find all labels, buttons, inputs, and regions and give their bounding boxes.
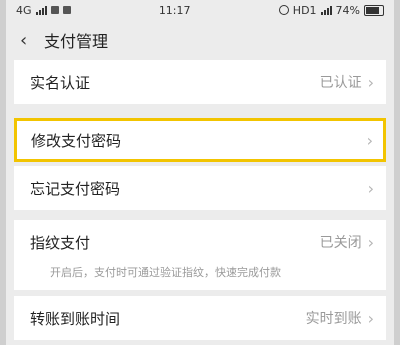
notification-icon xyxy=(50,6,59,14)
chevron-right-icon: › xyxy=(367,232,374,252)
change-password-row[interactable]: 修改支付密码 › xyxy=(14,118,386,162)
forgot-password-label: 忘记支付密码 xyxy=(30,179,121,198)
signal-icon xyxy=(35,5,47,15)
fingerprint-hint: 开启后，支付时可通过验证指纹，快速完成付款 xyxy=(50,266,281,279)
hd-label: HD1 xyxy=(292,3,317,17)
signal-strength-icon xyxy=(320,5,332,15)
fingerprint-row[interactable]: 指纹支付 已关闭 › xyxy=(14,220,386,264)
chevron-right-icon: › xyxy=(367,72,374,92)
transfer-card: 转账到账时间 实时到账 › xyxy=(14,296,386,340)
clock: 11:17 xyxy=(158,3,191,17)
transfer-row[interactable]: 转账到账时间 实时到账 › xyxy=(14,296,386,340)
realname-label: 实名认证 xyxy=(30,73,91,92)
chevron-right-icon: › xyxy=(367,178,374,198)
chevron-right-icon: › xyxy=(366,130,373,150)
forgot-password-card: 忘记支付密码 › xyxy=(14,166,386,210)
realname-value: 已认证 xyxy=(319,75,362,91)
transfer-label: 转账到账时间 xyxy=(30,309,121,328)
fingerprint-value: 已关闭 xyxy=(319,235,362,251)
phone-screen: 4G 11:17 HD1 74% ‹ 支付管理 实名认证 已认证 › 修改支付密… xyxy=(6,0,394,345)
transfer-value: 实时到账 xyxy=(305,311,362,327)
battery-percent: 74% xyxy=(335,3,360,17)
network-label: 4G xyxy=(16,3,32,17)
page-title: 支付管理 xyxy=(44,32,109,51)
chevron-right-icon: › xyxy=(367,308,374,328)
chevron-left-icon: ‹ xyxy=(20,29,28,51)
realname-row[interactable]: 实名认证 已认证 › xyxy=(14,60,386,104)
change-password-label: 修改支付密码 xyxy=(31,131,122,150)
alarm-icon xyxy=(278,5,289,15)
battery-icon xyxy=(364,4,384,16)
forgot-password-row[interactable]: 忘记支付密码 › xyxy=(14,166,386,210)
status-bar: 4G 11:17 HD1 74% xyxy=(6,0,394,20)
nav-header: ‹ 支付管理 xyxy=(6,20,394,60)
back-button[interactable]: ‹ xyxy=(20,30,44,51)
realname-card: 实名认证 已认证 › xyxy=(14,60,386,104)
app-icon xyxy=(62,6,71,14)
fingerprint-label: 指纹支付 xyxy=(30,233,91,252)
fingerprint-card: 指纹支付 已关闭 › 开启后，支付时可通过验证指纹，快速完成付款 xyxy=(14,220,386,290)
